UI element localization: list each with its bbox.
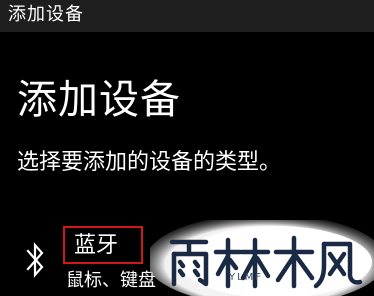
bluetooth-option-description: 鼠标、键盘 bbox=[66, 270, 156, 291]
bluetooth-option-label: 蓝牙 bbox=[74, 233, 119, 258]
watermark-latin-text: YLMF bbox=[229, 272, 264, 283]
bluetooth-icon bbox=[24, 238, 46, 282]
ylmf-watermark-logo: YLMF bbox=[150, 220, 374, 296]
add-device-window: 添加设备 添加设备 选择要添加的设备的类型。 蓝牙 鼠标、键盘 YLMF bbox=[0, 0, 374, 296]
page-title: 添加设备 bbox=[17, 77, 181, 123]
instruction-text: 选择要添加的设备的类型。 bbox=[17, 150, 282, 175]
bluetooth-option-highlight: 蓝牙 bbox=[63, 226, 143, 264]
title-bar[interactable]: 添加设备 bbox=[0, 0, 374, 32]
window-title: 添加设备 bbox=[8, 4, 84, 25]
